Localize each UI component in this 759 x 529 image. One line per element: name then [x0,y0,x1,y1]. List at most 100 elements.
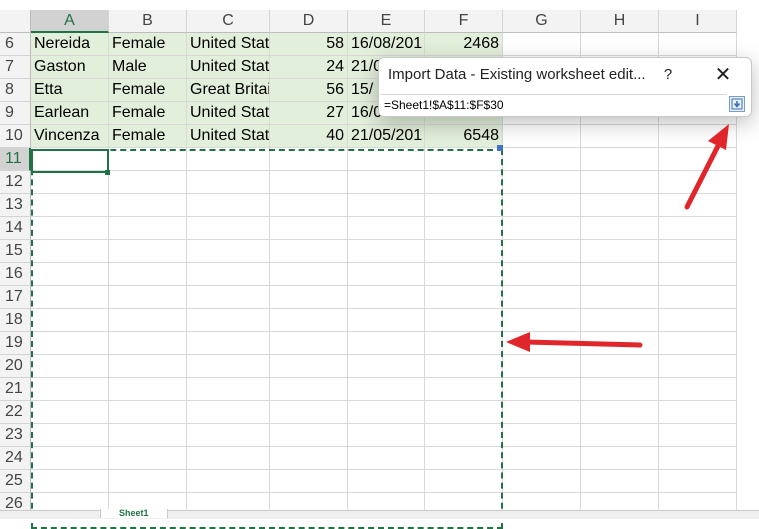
cell-h11[interactable] [581,148,659,171]
cell-h15[interactable] [581,240,659,263]
cell-h17[interactable] [581,286,659,309]
cell-c8[interactable]: Great Britai [187,79,270,102]
cell-i23[interactable] [659,424,737,447]
cell-a14[interactable] [31,217,109,240]
cell-i18[interactable] [659,309,737,332]
column-header-b[interactable]: B [109,10,187,33]
cell-c12[interactable] [187,171,270,194]
cell-f23[interactable] [425,424,503,447]
cell-g12[interactable] [503,171,581,194]
cell-b10[interactable]: Female [109,125,187,148]
cell-e11[interactable] [348,148,425,171]
cell-c7[interactable]: United Stat [187,56,270,79]
cell-a25[interactable] [31,470,109,493]
column-header-f[interactable]: F [425,10,503,33]
cell-f10[interactable]: 6548 [425,125,503,148]
cell-h23[interactable] [581,424,659,447]
cell-c13[interactable] [187,194,270,217]
cell-b7[interactable]: Male [109,56,187,79]
cell-g13[interactable] [503,194,581,217]
cell-d20[interactable] [270,355,348,378]
cell-b9[interactable]: Female [109,102,187,125]
cell-a8[interactable]: Etta [31,79,109,102]
cell-c11[interactable] [187,148,270,171]
cell-i15[interactable] [659,240,737,263]
cell-b11[interactable] [109,148,187,171]
cell-h24[interactable] [581,447,659,470]
row-header-21[interactable]: 21 [0,378,31,401]
cell-c9[interactable]: United Stat [187,102,270,125]
cell-f24[interactable] [425,447,503,470]
cell-d16[interactable] [270,263,348,286]
cell-b21[interactable] [109,378,187,401]
cell-f17[interactable] [425,286,503,309]
cell-c14[interactable] [187,217,270,240]
cell-b16[interactable] [109,263,187,286]
cell-a6[interactable]: Nereida [31,33,109,56]
cell-h10[interactable] [581,125,659,148]
cell-d24[interactable] [270,447,348,470]
cell-d6[interactable]: 58 [270,33,348,56]
row-header-8[interactable]: 8 [0,79,31,102]
cell-i19[interactable] [659,332,737,355]
cell-h14[interactable] [581,217,659,240]
column-header-d[interactable]: D [270,10,348,33]
expand-dialog-button[interactable] [729,96,745,112]
row-header-24[interactable]: 24 [0,447,31,470]
cell-h18[interactable] [581,309,659,332]
cell-i22[interactable] [659,401,737,424]
cell-b15[interactable] [109,240,187,263]
cell-b23[interactable] [109,424,187,447]
cell-a23[interactable] [31,424,109,447]
cell-i21[interactable] [659,378,737,401]
cell-e24[interactable] [348,447,425,470]
cell-c15[interactable] [187,240,270,263]
row-header-11[interactable]: 11 [0,148,31,171]
cell-d13[interactable] [270,194,348,217]
cell-c24[interactable] [187,447,270,470]
cell-f14[interactable] [425,217,503,240]
column-header-e[interactable]: E [348,10,425,33]
cell-g23[interactable] [503,424,581,447]
cell-g25[interactable] [503,470,581,493]
cell-c20[interactable] [187,355,270,378]
cell-i17[interactable] [659,286,737,309]
row-header-17[interactable]: 17 [0,286,31,309]
cell-f15[interactable] [425,240,503,263]
cell-b6[interactable]: Female [109,33,187,56]
cell-e23[interactable] [348,424,425,447]
cell-b18[interactable] [109,309,187,332]
cell-f25[interactable] [425,470,503,493]
cell-e14[interactable] [348,217,425,240]
cell-a10[interactable]: Vincenza [31,125,109,148]
cell-d8[interactable]: 56 [270,79,348,102]
row-header-7[interactable]: 7 [0,56,31,79]
cell-b12[interactable] [109,171,187,194]
cell-g24[interactable] [503,447,581,470]
cell-e16[interactable] [348,263,425,286]
cell-c16[interactable] [187,263,270,286]
cell-h13[interactable] [581,194,659,217]
active-cell-a11[interactable] [31,149,109,173]
cell-i20[interactable] [659,355,737,378]
cell-a21[interactable] [31,378,109,401]
cell-f22[interactable] [425,401,503,424]
cell-g19[interactable] [503,332,581,355]
cell-h21[interactable] [581,378,659,401]
cell-b24[interactable] [109,447,187,470]
cell-c10[interactable]: United Stat [187,125,270,148]
cell-d19[interactable] [270,332,348,355]
cell-i10[interactable] [659,125,737,148]
cell-d18[interactable] [270,309,348,332]
cell-d23[interactable] [270,424,348,447]
cell-a13[interactable] [31,194,109,217]
cell-c6[interactable]: United Stat [187,33,270,56]
cell-a17[interactable] [31,286,109,309]
cell-e25[interactable] [348,470,425,493]
cell-f18[interactable] [425,309,503,332]
cell-f6[interactable]: 2468 [425,33,503,56]
cell-b14[interactable] [109,217,187,240]
cell-d21[interactable] [270,378,348,401]
range-input[interactable] [381,94,727,114]
cell-i6[interactable] [659,33,737,56]
